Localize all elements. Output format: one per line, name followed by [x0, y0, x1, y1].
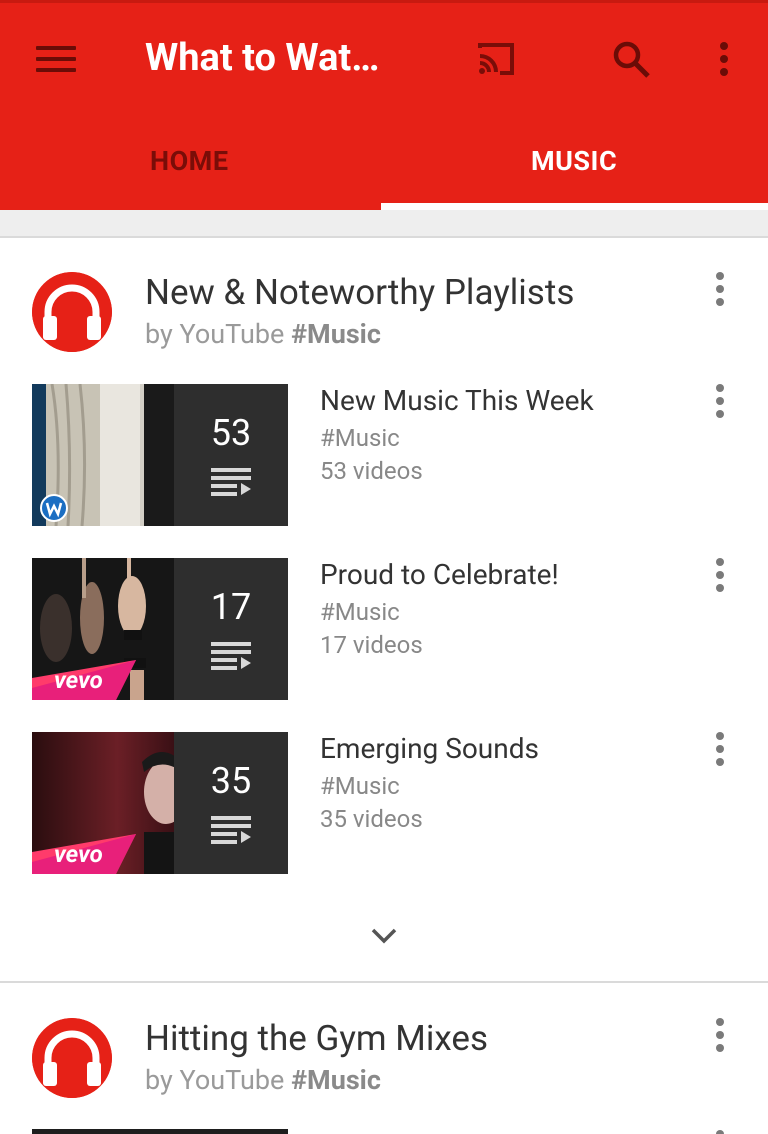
tab-home[interactable]: HOME	[150, 145, 229, 177]
selected-tab-indicator	[381, 203, 768, 210]
playlist-icon	[211, 468, 251, 496]
channel-avatar-headphones-icon[interactable]	[32, 1018, 112, 1098]
divider	[0, 981, 768, 983]
playlist-video-count: 17	[210, 586, 252, 628]
vevo-label: vevo	[54, 840, 103, 868]
shelf-by-label: by YouTube	[145, 318, 292, 350]
playlist-icon	[211, 816, 251, 844]
playlist-tag[interactable]: #Music	[320, 424, 400, 452]
playlist-more-icon[interactable]	[714, 558, 726, 594]
shelf-by-label: by YouTube	[145, 1064, 292, 1096]
warner-icon	[40, 494, 68, 522]
app-bar: What to Wat… HOME MUSIC	[0, 0, 768, 210]
playlist-thumbnail-partial[interactable]	[32, 1129, 288, 1134]
search-icon[interactable]	[612, 40, 652, 80]
playlist-thumbnail[interactable]: vevo 17	[32, 558, 288, 700]
section-gap	[0, 210, 768, 236]
shelf-title[interactable]: New & Noteworthy Playlists	[145, 272, 574, 313]
divider	[0, 236, 768, 238]
tab-music[interactable]: MUSIC	[531, 145, 617, 177]
playlist-title[interactable]: Proud to Celebrate!	[320, 558, 559, 591]
playlist-count-panel	[174, 558, 288, 700]
shelf-more-icon[interactable]	[714, 1018, 726, 1054]
playlist-video-count: 35	[210, 760, 252, 802]
playlist-video-total: 53 videos	[320, 457, 423, 485]
shelf-more-icon[interactable]	[714, 272, 726, 308]
page-title: What to Wat…	[145, 36, 380, 80]
shelf-subtitle: by YouTube #Music	[145, 1064, 381, 1096]
channel-avatar-headphones-icon[interactable]	[32, 272, 112, 352]
status-edge	[0, 0, 768, 3]
playlist-thumbnail[interactable]: vevo 35	[32, 732, 288, 874]
shelf-title[interactable]: Hitting the Gym Mixes	[145, 1018, 488, 1059]
shelf-subtitle: by YouTube #Music	[145, 318, 381, 350]
playlist-video-total: 17 videos	[320, 631, 423, 659]
playlist-more-icon-partial[interactable]	[714, 1130, 726, 1134]
playlist-tag[interactable]: #Music	[320, 772, 400, 800]
playlist-count-panel	[174, 384, 288, 526]
cast-icon[interactable]	[476, 42, 516, 76]
playlist-title[interactable]: Emerging Sounds	[320, 732, 539, 765]
playlist-icon	[211, 642, 251, 670]
playlist-thumbnail[interactable]: 53	[32, 384, 288, 526]
playlist-tag[interactable]: #Music	[320, 598, 400, 626]
menu-icon[interactable]	[36, 46, 76, 72]
playlist-title[interactable]: New Music This Week	[320, 384, 594, 417]
chevron-down-icon[interactable]	[370, 926, 398, 946]
shelf-channel-link[interactable]: #Music	[291, 318, 381, 350]
shelf-channel-link[interactable]: #Music	[291, 1064, 381, 1096]
playlist-count-panel	[174, 732, 288, 874]
playlist-more-icon[interactable]	[714, 732, 726, 768]
playlist-video-count: 53	[210, 412, 252, 454]
playlist-more-icon[interactable]	[714, 384, 726, 420]
vevo-label: vevo	[54, 666, 103, 694]
playlist-video-total: 35 videos	[320, 805, 423, 833]
more-vert-icon[interactable]	[718, 42, 730, 78]
